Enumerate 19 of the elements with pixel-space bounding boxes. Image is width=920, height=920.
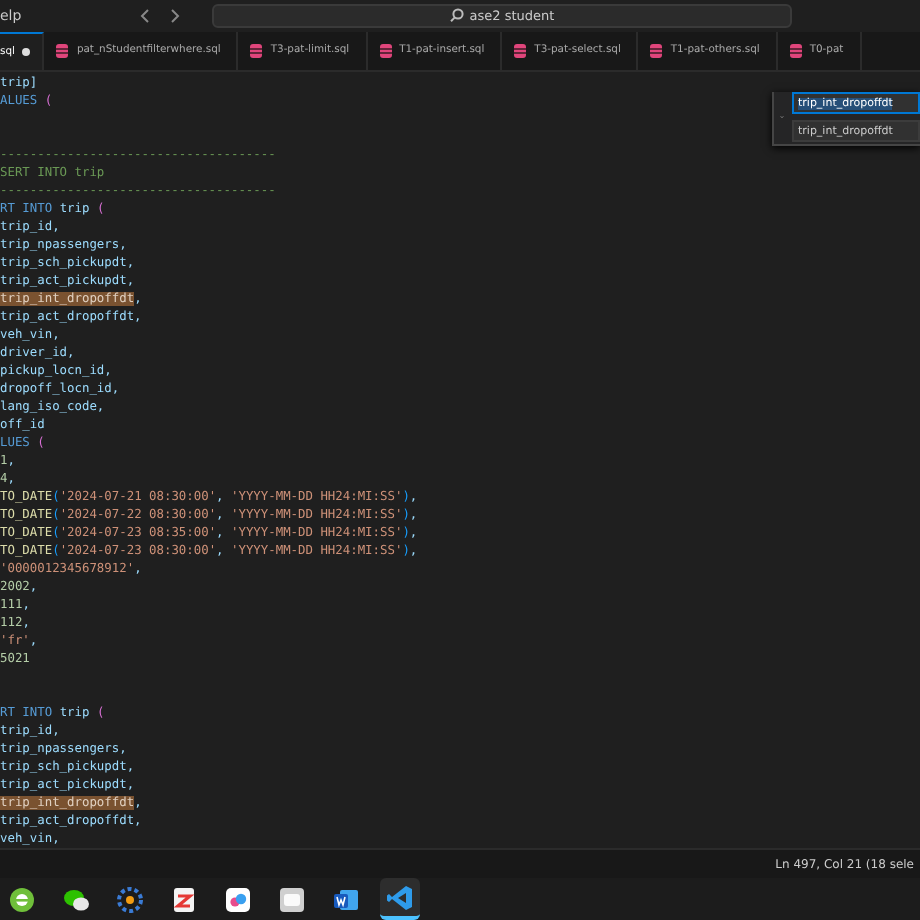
search-icon bbox=[449, 8, 464, 23]
forward-icon[interactable] bbox=[168, 7, 180, 24]
database-icon bbox=[650, 43, 663, 58]
app-icon bbox=[170, 885, 198, 913]
globe-icon bbox=[8, 885, 36, 913]
database-icon bbox=[379, 43, 392, 58]
gear-icon bbox=[116, 885, 144, 913]
database-icon bbox=[56, 43, 69, 58]
cloud-icon bbox=[224, 885, 252, 913]
app-icon bbox=[278, 885, 306, 913]
unsaved-dot bbox=[22, 47, 31, 56]
back-icon[interactable] bbox=[140, 7, 152, 24]
chat-bubbles-icon bbox=[62, 885, 90, 913]
database-icon bbox=[789, 43, 802, 58]
taskbar-app[interactable] bbox=[380, 878, 420, 920]
document-icon bbox=[332, 885, 360, 913]
database-icon bbox=[514, 43, 527, 58]
database-icon bbox=[250, 43, 263, 58]
code-editor-icon bbox=[386, 883, 414, 911]
